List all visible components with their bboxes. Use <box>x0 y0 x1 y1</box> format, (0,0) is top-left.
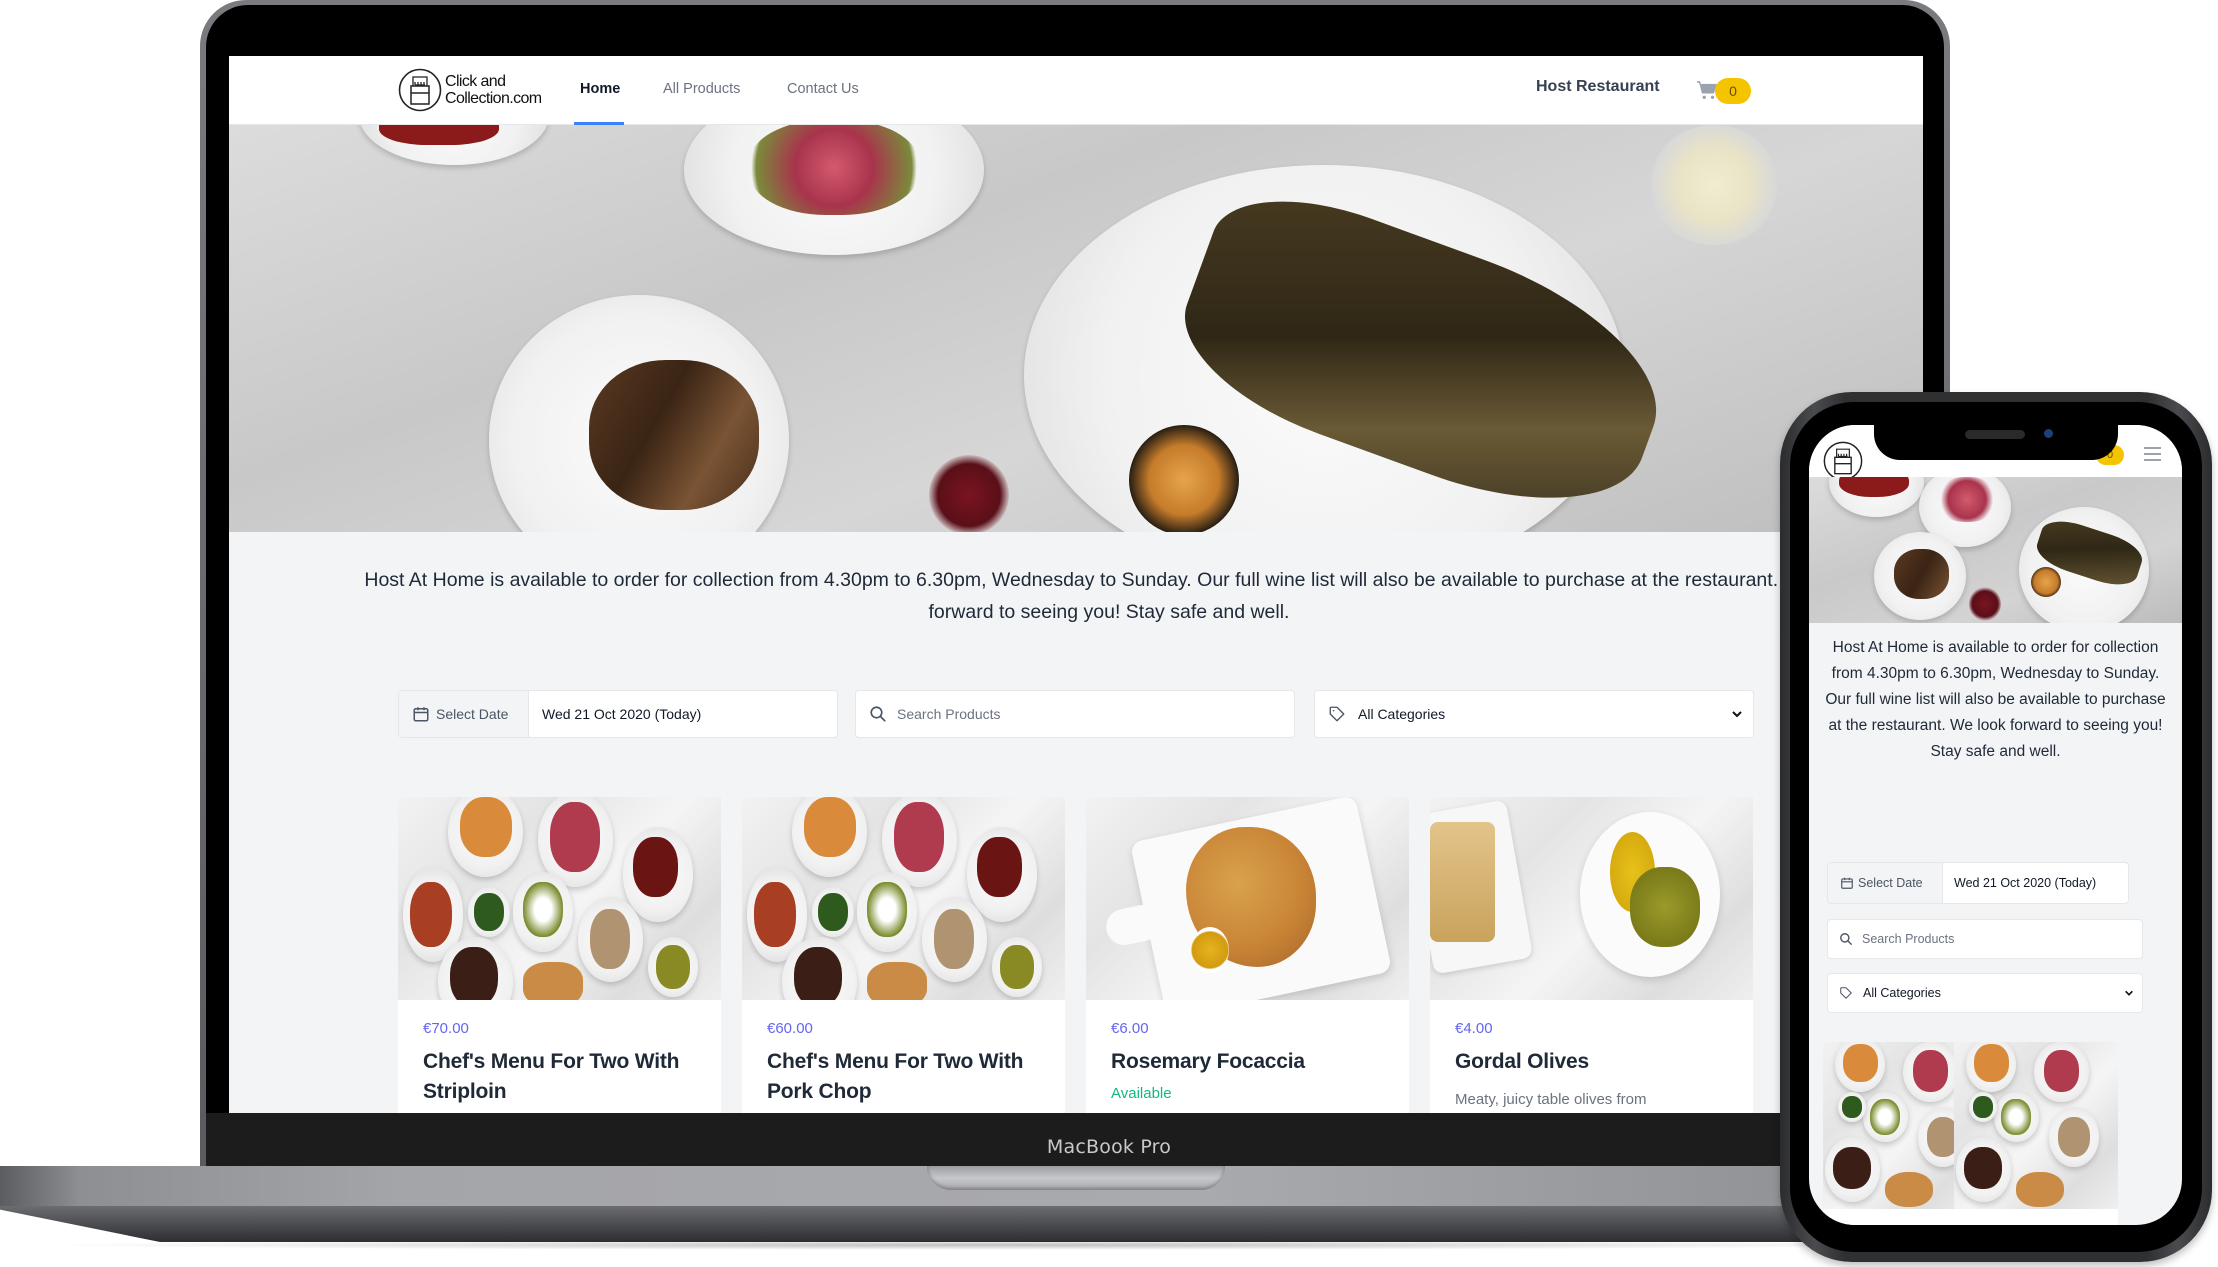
product-image-olives <box>1430 797 1753 1000</box>
restaurant-name[interactable]: Host Restaurant <box>1536 78 1660 96</box>
laptop-screen: Click and Collection.com Home All Produc… <box>229 56 1923 1113</box>
laptop-base-lower <box>0 1206 2000 1242</box>
intro-line-2: forward to seeing you! Stay safe and wel… <box>928 601 1290 623</box>
laptop-opening-notch <box>927 1166 1225 1190</box>
shopping-bag-logo-icon[interactable] <box>1823 441 1863 481</box>
product-image-chefs-menu <box>742 797 1065 1000</box>
search-input[interactable] <box>1862 932 2142 946</box>
tag-icon <box>1329 706 1345 722</box>
product-name[interactable]: Chef's Menu For Two With Pork Chop <box>767 1047 1040 1107</box>
chevron-down-icon <box>2125 990 2133 996</box>
product-card[interactable] <box>1954 1042 2118 1225</box>
product-name[interactable]: Rosemary Focaccia <box>1111 1047 1384 1077</box>
search-icon <box>1840 933 1852 945</box>
laptop-shadow <box>30 1240 1950 1250</box>
shopping-bag-logo-icon <box>398 68 442 112</box>
product-image-focaccia <box>1086 797 1409 1000</box>
phone-screen: 0 Host At Home is available to order for… <box>1809 425 2182 1225</box>
product-image-chefs-menu <box>1954 1042 2118 1209</box>
product-price: €70.00 <box>423 1020 469 1037</box>
logo-text-line1: Click and <box>445 73 506 90</box>
hero-image <box>1809 477 2182 623</box>
site-logo[interactable]: Click and Collection.com <box>398 68 542 112</box>
search-products[interactable] <box>855 690 1295 738</box>
search-icon <box>870 706 886 722</box>
search-products[interactable] <box>1827 919 2143 959</box>
logo-text-line2: Collection.com <box>445 90 542 107</box>
product-description: Meaty, juicy table olives from <box>1455 1091 1647 1108</box>
calendar-icon <box>413 707 429 722</box>
intro-line-1: Host At Home is available to order for c… <box>364 569 1854 591</box>
availability-status: Available <box>1111 1085 1172 1102</box>
product-image-chefs-menu <box>398 797 721 1000</box>
product-card[interactable]: €60.00 Chef's Menu For Two With Pork Cho… <box>742 797 1065 1113</box>
category-select[interactable]: All Categories <box>1314 690 1754 738</box>
hero-image <box>229 125 1923 532</box>
category-select[interactable]: All Categories <box>1827 973 2143 1013</box>
category-selected: All Categories <box>1863 986 1941 1000</box>
intro-text: Host At Home is available to order for c… <box>1825 639 2166 760</box>
intro-text: Host At Home is available to order for c… <box>229 564 1923 628</box>
product-price: €4.00 <box>1455 1020 1493 1037</box>
product-name[interactable]: Gordal Olives <box>1455 1047 1728 1077</box>
nav-all-products[interactable]: All Products <box>663 81 740 97</box>
date-picker[interactable]: Select Date Wed 21 Oct 2020 (Today) <box>1827 862 2129 904</box>
date-value[interactable]: Wed 21 Oct 2020 (Today) <box>529 691 837 737</box>
select-date-label: Select Date <box>1858 876 1923 890</box>
product-card[interactable]: €70.00 Chef's Menu For Two With Striploi… <box>398 797 721 1113</box>
product-price: €60.00 <box>767 1020 813 1037</box>
date-value[interactable]: Wed 21 Oct 2020 (Today) <box>1943 863 2128 903</box>
tag-icon <box>1840 987 1852 999</box>
cart-count-badge[interactable]: 0 <box>1715 78 1751 104</box>
product-card[interactable]: €6.00 Rosemary Focaccia Available <box>1086 797 1409 1113</box>
navbar: Click and Collection.com Home All Produc… <box>229 56 1923 125</box>
select-date-label: Select Date <box>436 706 509 722</box>
phone-speaker <box>1965 430 2025 439</box>
nav-home[interactable]: Home <box>580 81 620 97</box>
product-card[interactable]: €4.00 Gordal Olives Meaty, juicy table o… <box>1430 797 1753 1113</box>
date-picker[interactable]: Select Date Wed 21 Oct 2020 (Today) <box>398 690 838 738</box>
calendar-icon <box>1841 877 1853 889</box>
chevron-down-icon <box>1732 711 1742 718</box>
phone-camera <box>2044 429 2053 438</box>
nav-contact-us[interactable]: Contact Us <box>787 81 859 97</box>
phone-notch <box>1874 418 2118 460</box>
select-date-addon[interactable]: Select Date <box>399 691 529 737</box>
product-price: €6.00 <box>1111 1020 1149 1037</box>
select-date-addon[interactable]: Select Date <box>1828 863 1943 903</box>
product-name[interactable]: Chef's Menu For Two With Striploin <box>423 1047 696 1107</box>
category-selected: All Categories <box>1358 706 1446 722</box>
search-input[interactable] <box>897 706 1294 722</box>
hamburger-menu-icon[interactable] <box>2144 447 2161 461</box>
